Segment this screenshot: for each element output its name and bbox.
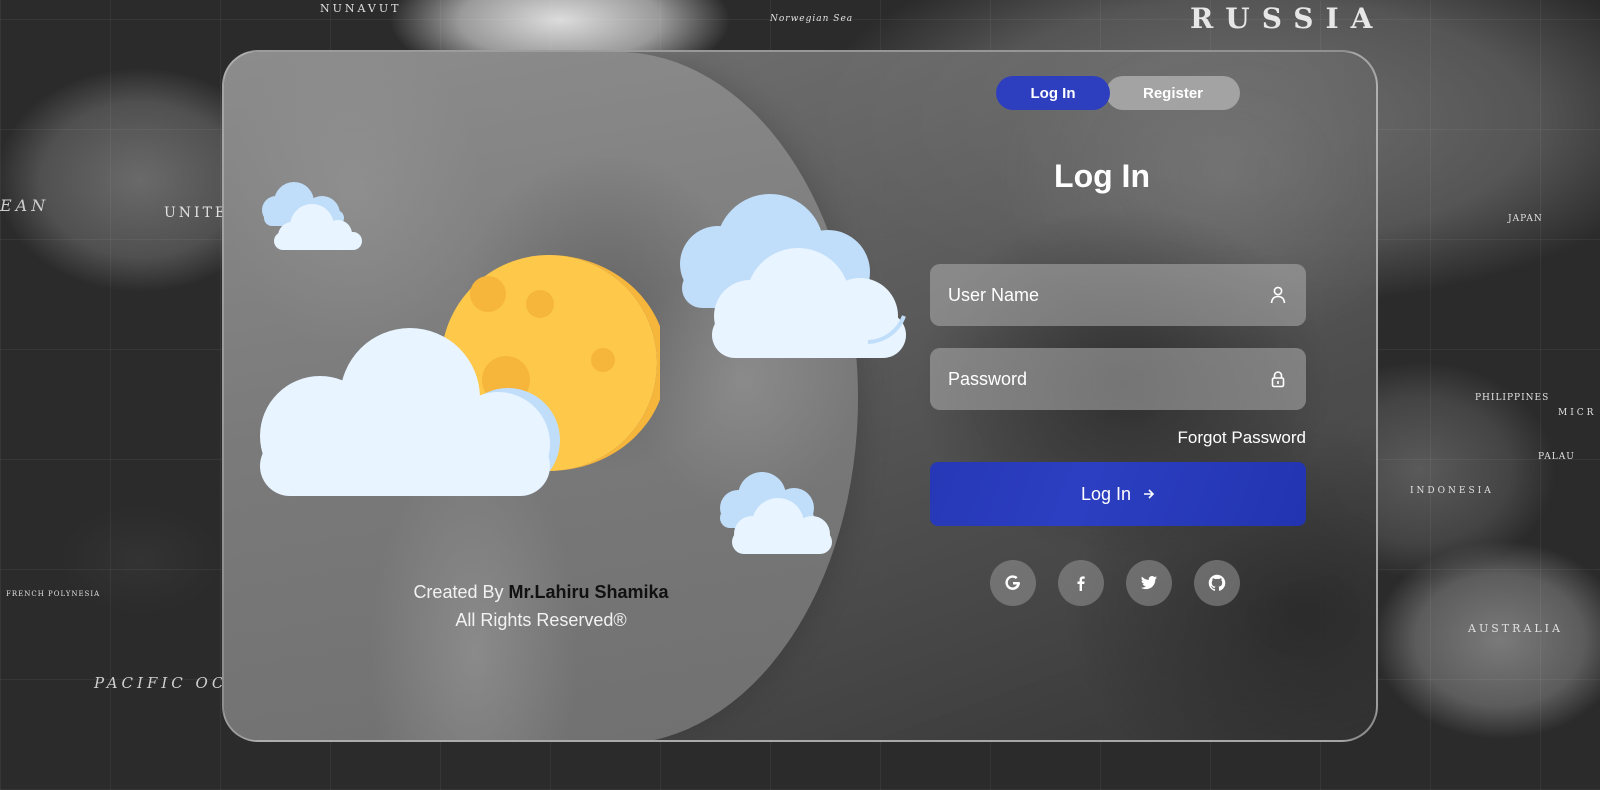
twitter-icon	[1140, 576, 1157, 590]
github-login-button[interactable]	[1194, 560, 1240, 606]
map-label-russia: RUSSIA	[1190, 2, 1385, 35]
google-icon	[1005, 575, 1020, 590]
map-label-french-polynesia: FRENCH POLYNESIA	[6, 590, 101, 598]
map-label-norwegian-sea: Norwegian Sea	[770, 14, 854, 24]
map-label-ocean: EAN	[0, 196, 50, 215]
map-label-palau: PALAU	[1538, 452, 1575, 462]
forgot-password-link[interactable]: Forgot Password	[1130, 428, 1307, 448]
credit-author: Mr.Lahiru Shamika	[508, 582, 669, 602]
username-input[interactable]	[948, 284, 1268, 306]
login-card: Created By Mr.Lahiru Shamika All Rights …	[222, 50, 1378, 742]
username-field	[930, 264, 1306, 326]
credit-prefix: Created By	[413, 582, 504, 602]
facebook-icon	[1077, 576, 1085, 591]
map-label-japan: JAPAN	[1508, 214, 1543, 224]
lock-icon	[1268, 369, 1288, 389]
github-icon	[1208, 574, 1226, 591]
large-cloud-icon	[260, 328, 560, 496]
credit-block: Created By Mr.Lahiru Shamika All Rights …	[224, 578, 858, 634]
map-label-micronesia: MICR	[1558, 408, 1597, 418]
map-label-australia: AUSTRALIA	[1468, 622, 1563, 635]
arrow-right-icon	[1144, 489, 1155, 499]
twitter-login-button[interactable]	[1126, 560, 1172, 606]
auth-mode-toggle: Log In Register	[996, 76, 1244, 112]
user-icon	[1268, 285, 1288, 305]
form-title: Log In	[1054, 158, 1150, 194]
password-input[interactable]	[948, 368, 1268, 390]
map-label-nunavut: NUNAVUT	[320, 2, 402, 15]
map-label-united: UNITE	[164, 205, 229, 221]
medium-cloud-icon	[680, 194, 906, 358]
rights-text: All Rights Reserved®	[455, 610, 627, 630]
map-label-pacific: PACIFIC OC	[94, 674, 228, 692]
login-submit-label: Log In	[1080, 483, 1132, 504]
password-field	[930, 348, 1306, 410]
login-submit-button[interactable]: Log In	[930, 462, 1306, 526]
toggle-register-button[interactable]: Register	[1106, 76, 1240, 110]
toggle-login-button[interactable]: Log In	[996, 76, 1110, 110]
small-cloud-icon	[262, 182, 362, 250]
facebook-login-button[interactable]	[1058, 560, 1104, 606]
illustration-panel: Created By Mr.Lahiru Shamika All Rights …	[224, 52, 906, 740]
credit-line: Created By Mr.Lahiru Shamika	[224, 578, 858, 606]
map-label-indonesia: INDONESIA	[1410, 486, 1494, 496]
google-login-button[interactable]	[990, 560, 1036, 606]
map-label-philippines: PHILIPPINES	[1475, 393, 1550, 403]
small-cloud-lower-icon	[720, 472, 832, 554]
